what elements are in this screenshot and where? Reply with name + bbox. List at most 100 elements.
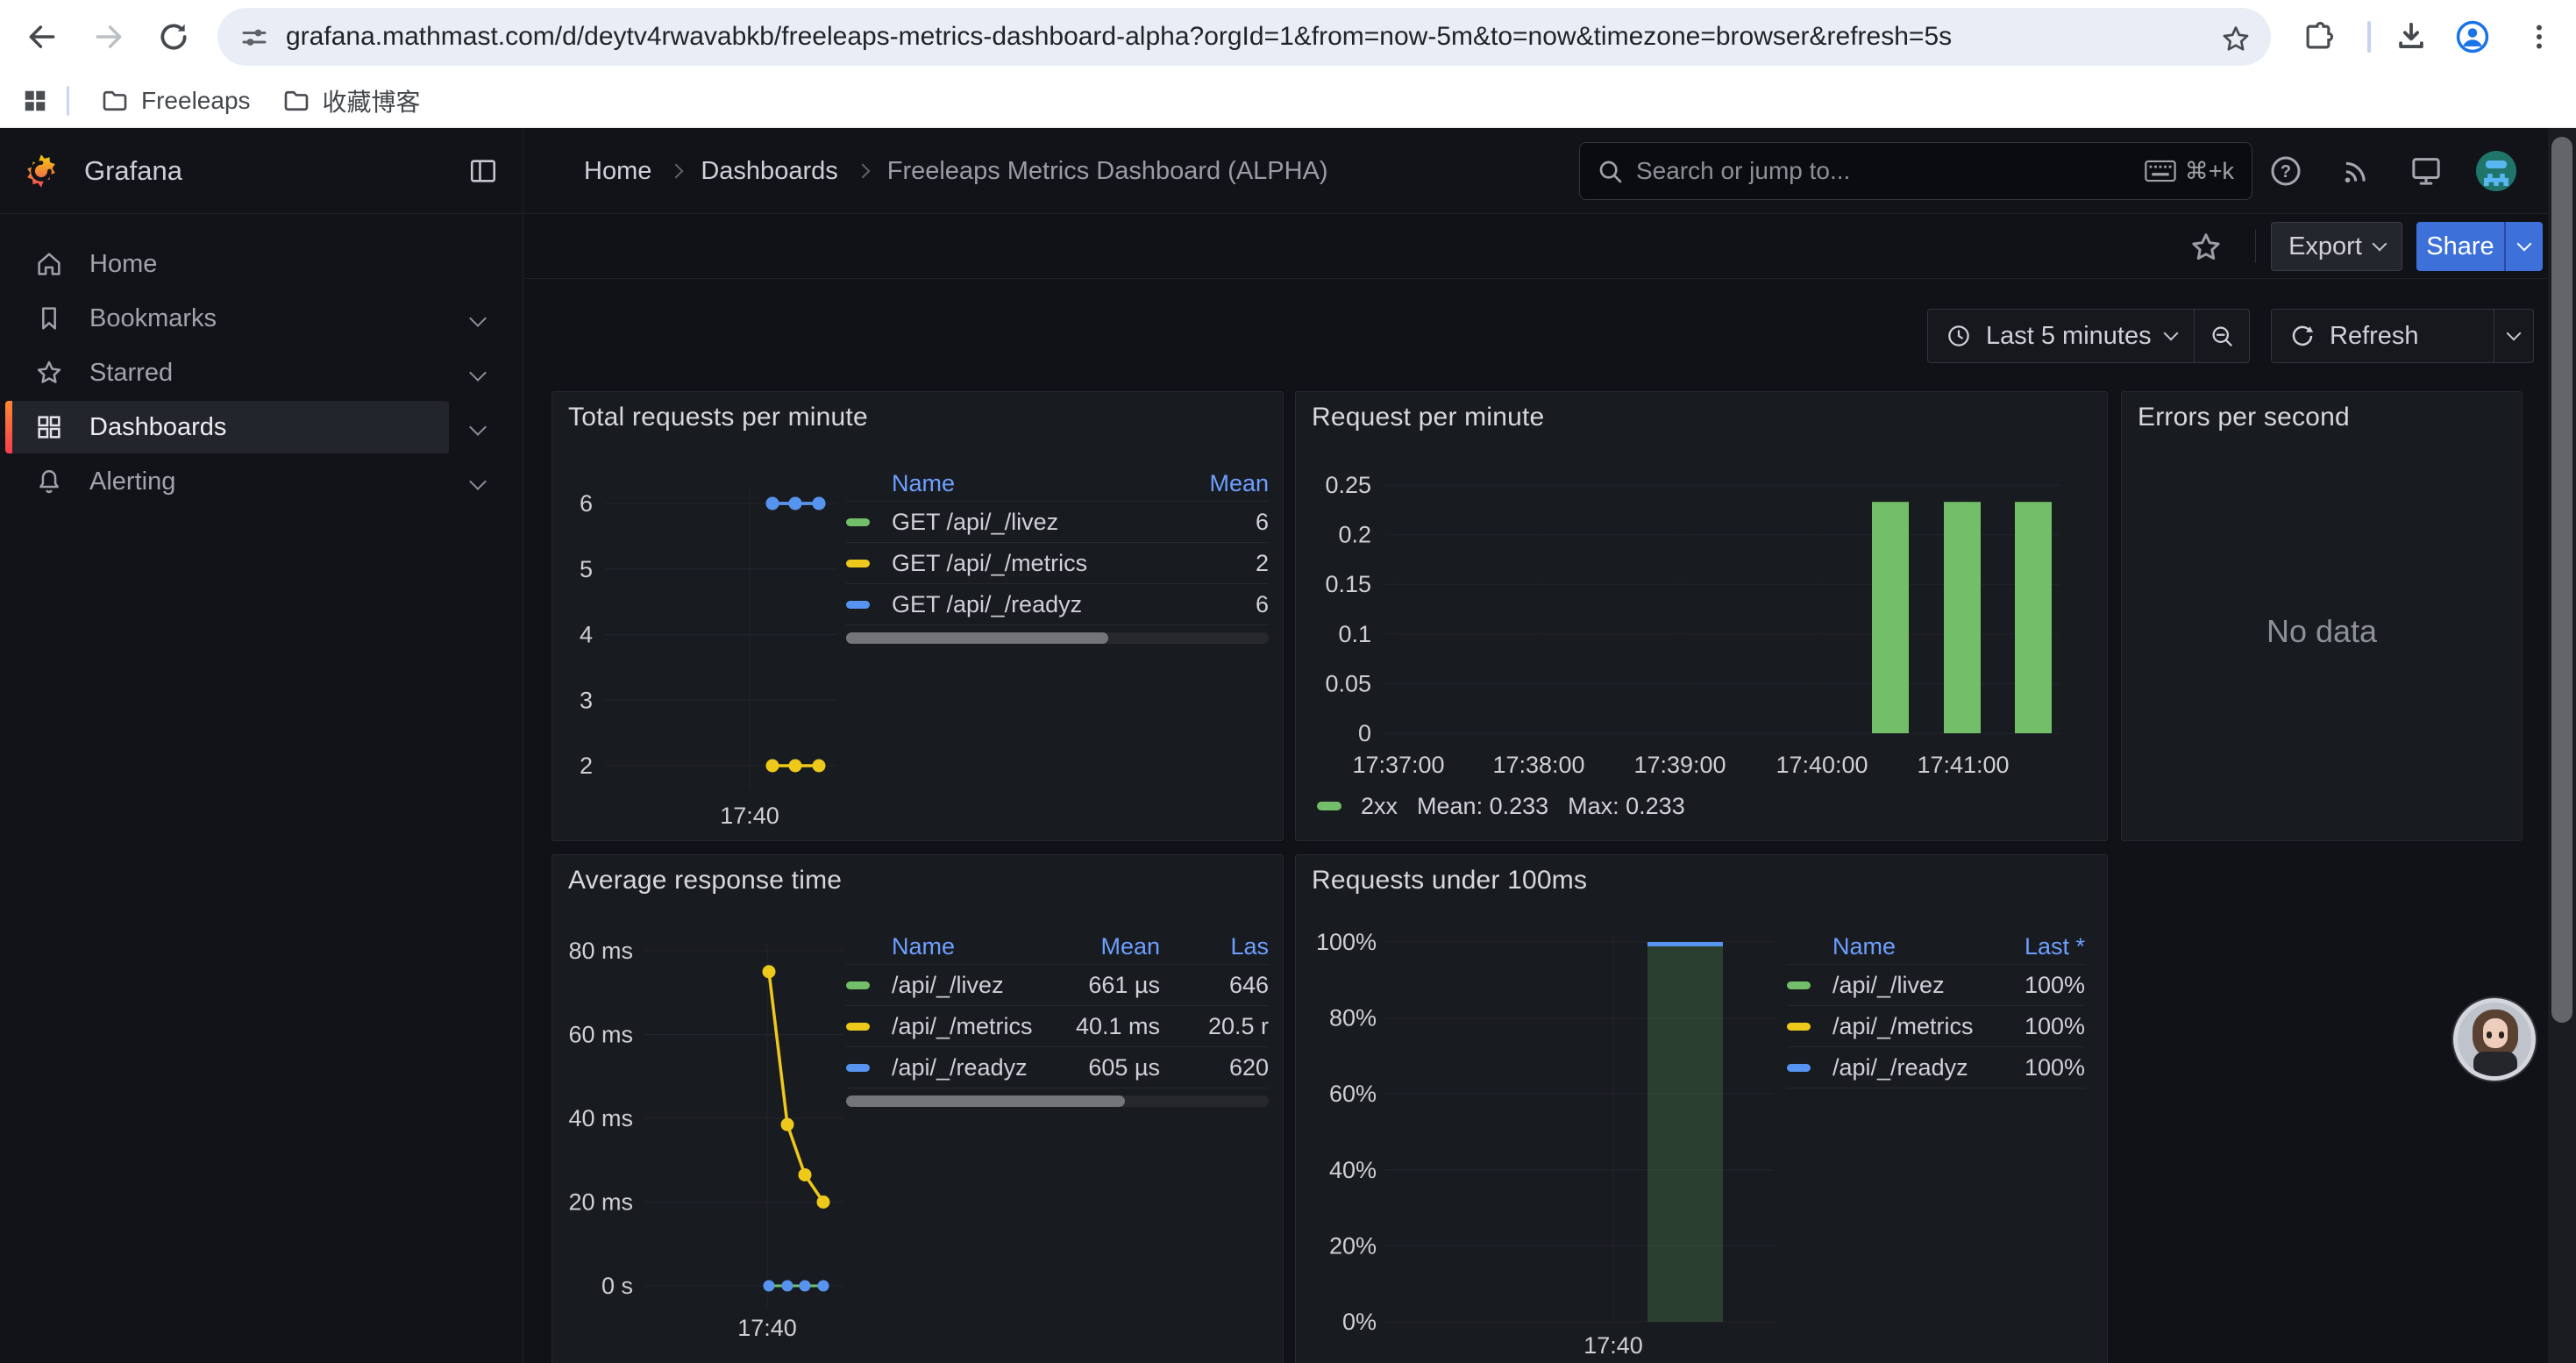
legend-col[interactable]: Last * — [2001, 933, 2085, 960]
panel-request-per-minute: Request per minute 0.250.20.150.10.05017… — [1295, 391, 2108, 841]
series-name[interactable]: /api/_/readyz — [1832, 1054, 2001, 1081]
search-input[interactable]: Search or jump to... ⌘+k — [1579, 142, 2252, 200]
legend-col-name[interactable]: Name — [892, 470, 1185, 497]
refresh-interval-button[interactable] — [2494, 310, 2533, 362]
reload-icon — [157, 20, 190, 54]
sidebar-item-bookmarks[interactable]: Bookmarks — [0, 291, 523, 346]
legend-row[interactable]: /api/_/metrics100% — [1787, 1006, 2085, 1047]
series-name[interactable]: GET /api/_/readyz — [892, 591, 1185, 618]
chevron-down-icon[interactable] — [469, 418, 487, 436]
series-name[interactable]: 2xx — [1361, 793, 1398, 820]
user-avatar[interactable] — [2476, 151, 2516, 191]
bookmark-folder-freeleaps[interactable]: Freeleaps — [85, 80, 267, 122]
export-button[interactable]: Export — [2271, 222, 2402, 271]
series-name[interactable]: /api/_/livez — [892, 972, 1046, 999]
series-name[interactable]: /api/_/readyz — [892, 1054, 1046, 1081]
svg-text:0.25: 0.25 — [1325, 472, 1371, 498]
series-value: 40.1 ms — [1046, 1013, 1160, 1040]
svg-text:17:38:00: 17:38:00 — [1492, 752, 1584, 778]
help-button[interactable]: ? — [2266, 151, 2306, 191]
puzzle-icon — [2302, 20, 2335, 54]
sidebar-item-alerting[interactable]: Alerting — [0, 454, 523, 509]
breadcrumb-home[interactable]: Home — [584, 157, 651, 186]
svg-text:0.15: 0.15 — [1325, 571, 1371, 597]
refresh-button[interactable]: Refresh — [2272, 310, 2494, 362]
favorite-dashboard-button[interactable] — [2187, 228, 2225, 267]
sidebar-item-home[interactable]: Home — [0, 237, 523, 291]
downloads-button[interactable] — [2390, 16, 2432, 58]
series-swatch — [1787, 981, 1832, 989]
series-name[interactable]: GET /api/_/metrics — [892, 550, 1185, 577]
chevron-down-icon[interactable] — [469, 364, 487, 382]
svg-text:17:40: 17:40 — [1583, 1332, 1643, 1359]
svg-text:17:40:00: 17:40:00 — [1775, 752, 1868, 778]
sidebar-menu: Home Bookmarks Starred Dashboards Alerti — [0, 214, 523, 509]
svg-text:80 ms: 80 ms — [568, 938, 633, 964]
series-swatch — [846, 1064, 892, 1072]
news-button[interactable] — [2336, 151, 2376, 191]
legend-2xx[interactable]: 2xx Mean: 0.233 Max: 0.233 — [1317, 789, 1685, 824]
chevron-down-icon[interactable] — [469, 310, 487, 327]
reload-button[interactable] — [149, 12, 198, 61]
apps-button[interactable] — [19, 85, 51, 117]
series-swatch — [1787, 1064, 1832, 1072]
legend-col-name[interactable]: Name — [892, 933, 1046, 960]
apps-grid-icon — [22, 88, 48, 114]
series-name[interactable]: GET /api/_/livez — [892, 509, 1185, 536]
legend-col[interactable]: Mean — [1185, 470, 1269, 497]
time-range-group: Last 5 minutes — [1927, 309, 2250, 363]
legend-table: NameMeanLas/api/_/livez661 µs646/api/_/m… — [846, 930, 1269, 1107]
legend-row[interactable]: GET /api/_/metrics2 — [846, 543, 1269, 584]
legend-table: NameMeanGET /api/_/livez6GET /api/_/metr… — [846, 467, 1269, 644]
legend-scrollbar[interactable] — [846, 632, 1269, 644]
legend-scrollbar[interactable] — [846, 1095, 1269, 1107]
share-menu-button[interactable] — [2504, 222, 2543, 271]
legend-row[interactable]: /api/_/livez661 µs646 — [846, 965, 1269, 1006]
share-button[interactable]: Share — [2416, 222, 2543, 271]
legend-col[interactable]: Las — [1160, 933, 1269, 960]
legend-table: NameLast */api/_/livez100%/api/_/metrics… — [1787, 930, 2085, 1088]
legend-col-name[interactable]: Name — [1832, 933, 2001, 960]
time-range-picker[interactable]: Last 5 minutes — [1928, 310, 2194, 362]
legend-row[interactable]: GET /api/_/readyz6 — [846, 584, 1269, 625]
legend-row[interactable]: /api/_/readyz605 µs620 — [846, 1047, 1269, 1088]
legend-row[interactable]: /api/_/readyz100% — [1787, 1047, 2085, 1088]
site-settings-icon[interactable] — [238, 21, 270, 53]
series-name[interactable]: /api/_/metrics — [892, 1013, 1046, 1040]
sidebar-item-starred[interactable]: Starred — [0, 346, 523, 400]
address-bar[interactable]: grafana.mathmast.com/d/deytv4rwavabkb/fr… — [217, 8, 2271, 66]
refresh-group: Refresh — [2271, 309, 2534, 363]
back-button[interactable] — [18, 12, 67, 61]
forward-button[interactable] — [84, 12, 133, 61]
chevron-down-icon — [2507, 326, 2522, 341]
browser-menu-button[interactable] — [2518, 16, 2560, 58]
legend-row[interactable]: /api/_/livez100% — [1787, 965, 2085, 1006]
star-icon — [2189, 231, 2223, 264]
sidebar-item-dashboards[interactable]: Dashboards — [0, 400, 523, 454]
chevron-down-icon[interactable] — [469, 473, 487, 490]
toolbar-separator — [2367, 21, 2371, 53]
collapse-sidebar-button[interactable] — [466, 154, 500, 188]
series-name[interactable]: /api/_/livez — [1832, 972, 2001, 999]
svg-text:100%: 100% — [1316, 929, 1377, 955]
svg-text:20 ms: 20 ms — [568, 1189, 633, 1216]
display-button[interactable] — [2406, 151, 2446, 191]
legend-col[interactable]: Mean — [1046, 933, 1160, 960]
zoom-out-button[interactable] — [2195, 310, 2249, 362]
legend-row[interactable]: /api/_/metrics40.1 ms20.5 r — [846, 1006, 1269, 1047]
legend-header: NameMeanLas — [846, 930, 1269, 965]
series-name[interactable]: /api/_/metrics — [1832, 1013, 2001, 1040]
bookmark-page-button[interactable] — [2217, 20, 2255, 59]
panel-title[interactable]: Errors per second — [2138, 403, 2350, 432]
floating-assistant-avatar[interactable] — [2453, 998, 2536, 1081]
breadcrumb-dashboards[interactable]: Dashboards — [701, 157, 837, 186]
profile-button[interactable] — [2451, 16, 2494, 58]
grafana-logo[interactable] — [23, 153, 60, 189]
page-scrollbar-thumb[interactable] — [2551, 137, 2572, 1023]
legend-row[interactable]: GET /api/_/livez6 — [846, 502, 1269, 543]
avatar-background — [2458, 1003, 2531, 1076]
bookmark-folder-blogs[interactable]: 收藏博客 — [267, 76, 437, 125]
request-per-minute-chart[interactable]: 0.250.20.150.10.05017:37:0017:38:0017:39… — [1296, 392, 2109, 842]
share-main[interactable]: Share — [2416, 222, 2504, 271]
extensions-button[interactable] — [2297, 16, 2339, 58]
